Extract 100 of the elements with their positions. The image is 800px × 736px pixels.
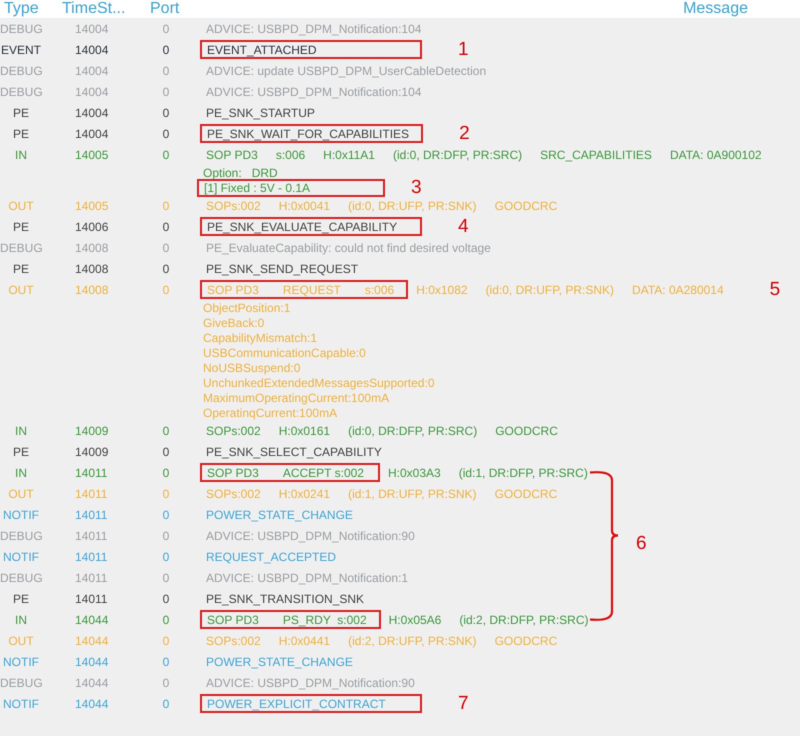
type-cell-text: OUT (7, 486, 35, 500)
timestamp-cell-text: 14011 (74, 550, 108, 564)
message-text: SOP PD3 (206, 148, 258, 162)
message-text: ADVICE: USBPD_DPM_Notification:90 (206, 528, 415, 542)
message-text: DATA: 0A900102 (670, 148, 762, 162)
message-text: s:006 (364, 282, 394, 296)
message-text: (id:1, DR:UFP, PR:SNK) (348, 486, 477, 500)
timestamp-cell-text: 14005 (74, 198, 110, 212)
type-cell-text: IN (14, 148, 28, 162)
column-header[interactable]: Message (200, 0, 800, 18)
message-text: UnchunkedExtendedMessagesSupported:0 (203, 376, 434, 390)
message-text: SOPs:002 (206, 424, 261, 438)
port-cell-text: 0 (162, 198, 170, 212)
message-text: H:0x05A6 (388, 612, 442, 626)
timestamp-cell-text: 14011 (74, 508, 108, 522)
port-cell-text: 0 (162, 654, 170, 668)
type-cell: EVENT (0, 42, 42, 56)
port-cell-text: 0 (162, 424, 170, 438)
type-cell-text: OUT (7, 198, 35, 212)
timestamp-cell-text: 14011 (74, 570, 108, 584)
type-cell: DEBUG (0, 528, 42, 542)
callout-number: 2 (459, 122, 470, 144)
message-text: Option: DRD (203, 166, 278, 180)
timestamp-cell-text: 14044 (74, 676, 110, 690)
timestamp-cell-text: 14008 (74, 282, 110, 296)
type-cell-text: PE (12, 220, 30, 234)
port-cell-text: 0 (162, 240, 170, 254)
message-text: ADVICE: USBPD_DPM_Notification:1 (206, 570, 408, 584)
message-text: DATA: 0A280014 (632, 282, 724, 296)
port-cell-text: 0 (162, 508, 170, 522)
type-cell-text: IN (14, 466, 28, 480)
port-cell-text: 0 (162, 550, 170, 564)
message-text: SOPs:002 (206, 634, 261, 648)
message-text: ACCEPT s:002 (282, 466, 364, 480)
message-text: [1] Fixed : 5V - 0.1A (204, 180, 310, 194)
message-text: PE_SNK_SELECT_CAPABILITY (206, 444, 382, 458)
message-text: EVENT_ATTACHED (207, 42, 317, 56)
port-cell-text: 0 (162, 262, 170, 276)
message-text: PE_SNK_STARTUP (206, 106, 315, 120)
type-cell-text: PE (12, 592, 30, 606)
message-text: H:0x0441 (278, 634, 330, 648)
callout-number: 4 (458, 216, 469, 238)
message-text: SOP PD3 (207, 466, 259, 480)
port-cell-text: 0 (162, 570, 170, 584)
message-text: PS_RDY s:002 (282, 612, 367, 626)
message-text: SOP PD3 (207, 612, 259, 626)
timestamp-cell-text: 14004 (74, 42, 110, 56)
callout-number: 7 (458, 692, 469, 714)
timestamp-cell-text: 14044 (74, 696, 110, 710)
type-cell-text: NOTIF (2, 654, 40, 668)
port-cell-text: 0 (162, 444, 170, 458)
column-header[interactable]: TimeSt... (62, 0, 150, 18)
timestamp-cell-text: 14008 (74, 240, 110, 254)
port-cell-text: 0 (162, 106, 170, 120)
message-text: (id:1, DR:DFP, PR:SRC) (458, 466, 588, 480)
message-text: NoUSBSuspend:0 (203, 360, 300, 374)
message-text: H:0x1082 (416, 282, 468, 296)
column-header[interactable]: Port (150, 0, 200, 18)
port-cell-text: 0 (162, 22, 170, 36)
callout-number: 6 (636, 533, 647, 555)
type-cell-text: OUT (7, 282, 35, 296)
timestamp-cell-text: 14004 (74, 126, 110, 140)
type-cell-text: PE (12, 262, 30, 276)
port-cell-text: 0 (162, 466, 170, 480)
message-text: ADVICE: USBPD_DPM_Notification:90 (206, 676, 415, 690)
port-cell-text: 0 (162, 148, 170, 162)
timestamp-cell-text: 14009 (74, 424, 110, 438)
timestamp-cell-text: 14011 (74, 486, 108, 500)
message-text: GiveBack:0 (203, 316, 264, 330)
type-cell: DEBUG (0, 676, 42, 690)
message-text: CapabilityMismatch:1 (203, 330, 318, 344)
message-text: (id:0, DR:UFP, PR:SNK) (486, 282, 614, 296)
message-text: (id:2, DR:UFP, PR:SNK) (348, 634, 477, 648)
message-text: H:0x0161 (278, 424, 330, 438)
message-text: H:0x03A3 (388, 466, 441, 480)
type-cell-text: PE (12, 444, 30, 458)
message-text: SOPs:002 (206, 486, 261, 500)
type-cell-text: NOTIF (2, 550, 40, 564)
type-cell: DEBUG (0, 84, 42, 98)
message-text: PE_EvaluateCapability: could not find desired voltage (206, 240, 491, 254)
callout-number: 1 (458, 38, 469, 60)
port-cell-text: 0 (162, 486, 170, 500)
port-cell-text: 0 (162, 42, 170, 56)
column-header[interactable]: Type (0, 0, 62, 18)
message-text: H:0x0041 (278, 198, 330, 212)
message-text: (id:0, DR:UFP, PR:SNK) (348, 198, 477, 212)
type-cell: DEBUG (0, 240, 42, 254)
message-text: USBCommunicationCapable:0 (203, 346, 366, 360)
port-cell-text: 0 (162, 634, 170, 648)
port-cell-text: 0 (162, 84, 170, 98)
timestamp-cell-text: 14004 (74, 84, 110, 98)
message-text: GOODCRC (494, 198, 558, 212)
timestamp-cell-text: 14005 (74, 148, 110, 162)
message-text: H:0x0241 (278, 486, 330, 500)
type-cell-text: NOTIF (2, 696, 40, 710)
message-text: ObjectPosition:1 (203, 300, 290, 314)
message-text: ADVICE: update USBPD_DPM_UserCableDetection (206, 64, 486, 78)
message-text: REQUEST (282, 282, 341, 296)
timestamp-cell-text: 14011 (74, 592, 108, 606)
type-cell-text: IN (14, 424, 28, 438)
